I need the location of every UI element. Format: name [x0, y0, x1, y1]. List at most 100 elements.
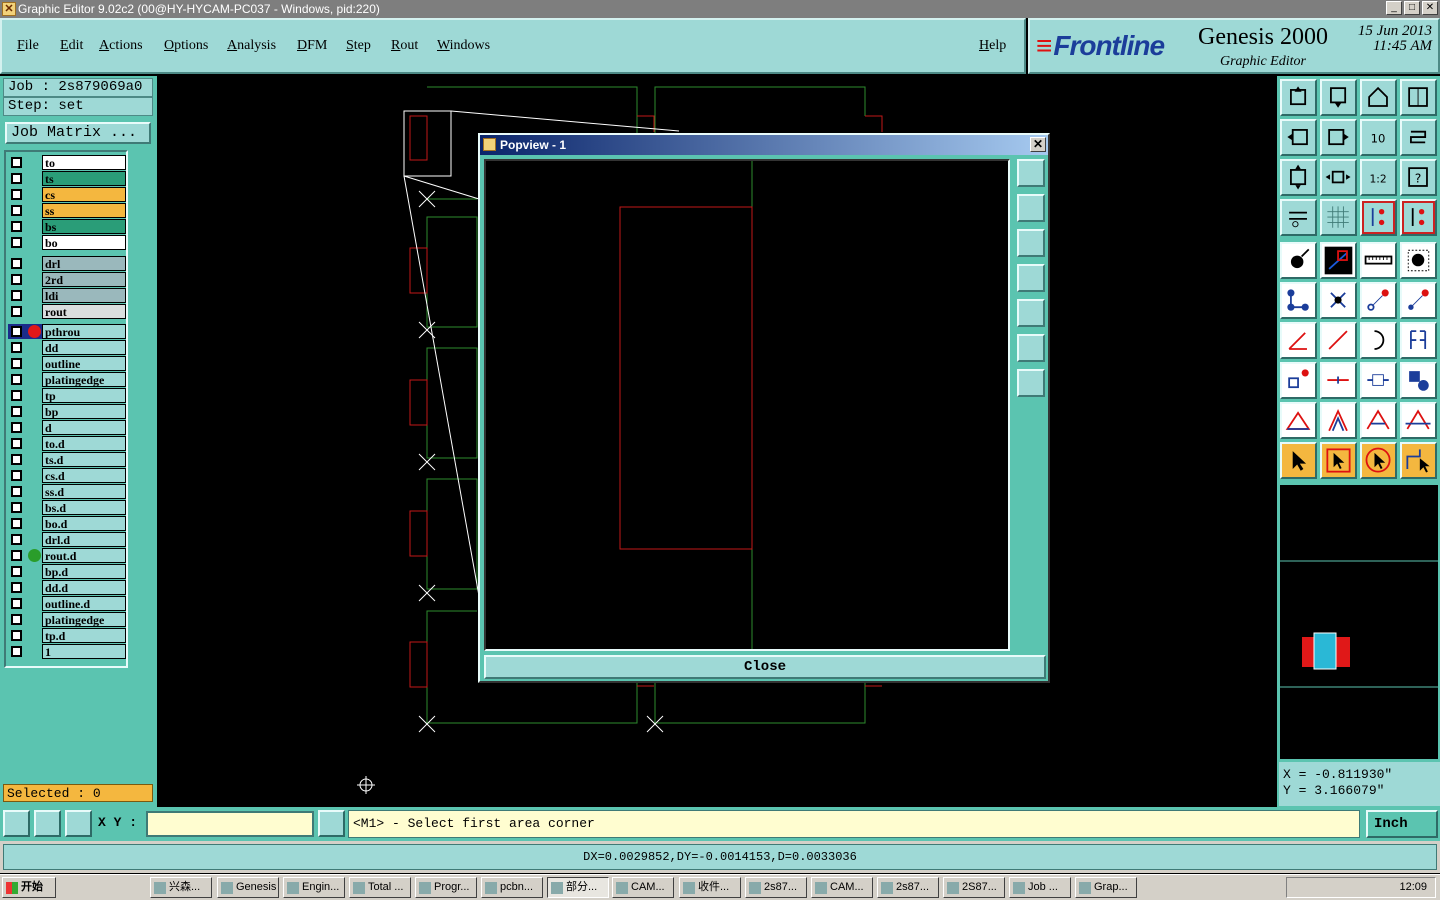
- line-edit-icon[interactable]: [1320, 322, 1357, 359]
- layer-name[interactable]: 2rd: [42, 272, 126, 287]
- popview-pan-left-icon[interactable]: [1017, 264, 1045, 292]
- layer-checkbox[interactable]: [11, 358, 22, 369]
- layer-name[interactable]: drl: [42, 256, 126, 271]
- layer-checkbox[interactable]: [11, 258, 22, 269]
- pad-icon[interactable]: [1400, 242, 1437, 279]
- taskbar-item[interactable]: 2s87...: [745, 877, 807, 898]
- layer-checkbox[interactable]: [11, 374, 22, 385]
- layer-name[interactable]: cs.d: [42, 468, 126, 483]
- popview-pan-up-icon[interactable]: [1017, 194, 1045, 222]
- layer-row[interactable]: pthrou: [8, 324, 126, 339]
- layer-row[interactable]: ss: [8, 203, 126, 218]
- layer-name[interactable]: bo.d: [42, 516, 126, 531]
- layer-checkbox[interactable]: [11, 502, 22, 513]
- layer-checkbox[interactable]: [11, 582, 22, 593]
- layer-checkbox[interactable]: [11, 486, 22, 497]
- xy-input[interactable]: [146, 811, 314, 837]
- settings-icon[interactable]: [1280, 199, 1317, 236]
- layer-checkbox[interactable]: [11, 290, 22, 301]
- taskbar-item[interactable]: 收件...: [679, 877, 741, 898]
- minimize-button[interactable]: _: [1386, 1, 1402, 15]
- measure-angle-icon[interactable]: [1320, 242, 1357, 279]
- menu-windows[interactable]: Windows: [437, 38, 490, 54]
- taskbar-item[interactable]: pcbn...: [481, 877, 543, 898]
- zoom-10-icon[interactable]: 10: [1360, 119, 1397, 156]
- copy-feature-icon[interactable]: [1280, 362, 1317, 399]
- layer-name[interactable]: platingedge: [42, 372, 126, 387]
- layer-row[interactable]: bs: [8, 219, 126, 234]
- popview-zoom-in-icon[interactable]: [1017, 334, 1045, 362]
- pointer-icon[interactable]: [1280, 442, 1317, 479]
- layer-checkbox[interactable]: [11, 406, 22, 417]
- menu-analysis[interactable]: Analysis: [227, 38, 276, 54]
- layer-checkbox[interactable]: [11, 470, 22, 481]
- taskbar-item[interactable]: Grap...: [1075, 877, 1137, 898]
- layer-row[interactable]: drl.d: [8, 532, 126, 547]
- help-query-icon[interactable]: ?: [1400, 159, 1437, 196]
- layer-row[interactable]: bs.d: [8, 500, 126, 515]
- layer-row[interactable]: bp: [8, 404, 126, 419]
- snap-alt-icon[interactable]: [1400, 199, 1437, 236]
- layer-checkbox[interactable]: [11, 274, 22, 285]
- taskbar-item[interactable]: 兴森...: [150, 877, 212, 898]
- home-icon[interactable]: [1360, 79, 1397, 116]
- layer-row[interactable]: to: [8, 155, 126, 170]
- layer-name[interactable]: bp: [42, 404, 126, 419]
- layer-row[interactable]: ss.d: [8, 484, 126, 499]
- layer-checkbox[interactable]: [11, 566, 22, 577]
- layer-row[interactable]: cs.d: [8, 468, 126, 483]
- pointer-route-icon[interactable]: [1400, 442, 1437, 479]
- layer-name[interactable]: dd.d: [42, 580, 126, 595]
- layer-row[interactable]: dd: [8, 340, 126, 355]
- layer-checkbox[interactable]: [11, 598, 22, 609]
- zoom-1to2-icon[interactable]: 1:2: [1360, 159, 1397, 196]
- layer-row[interactable]: rout.d: [8, 548, 126, 563]
- pan-down-icon[interactable]: [1320, 79, 1357, 116]
- layer-row[interactable]: ts: [8, 171, 126, 186]
- layer-row[interactable]: outline: [8, 356, 126, 371]
- arc-edit-icon[interactable]: [1360, 322, 1397, 359]
- layer-name[interactable]: ts: [42, 171, 126, 186]
- layer-name[interactable]: platingedge: [42, 612, 126, 627]
- add-feature-icon[interactable]: [1280, 242, 1317, 279]
- layer-checkbox[interactable]: [11, 630, 22, 641]
- menu-file[interactable]: File: [17, 38, 39, 54]
- taskbar-item[interactable]: Genesis: [217, 877, 279, 898]
- taskbar-item[interactable]: Engin...: [283, 877, 345, 898]
- layer-name[interactable]: bp.d: [42, 564, 126, 579]
- layer-row[interactable]: tp.d: [8, 628, 126, 643]
- mini-map[interactable]: [1279, 484, 1439, 760]
- popview-close-icon[interactable]: ✕: [1030, 137, 1046, 152]
- info-icon[interactable]: [318, 810, 345, 837]
- layer-checkbox[interactable]: [11, 237, 22, 248]
- start-button[interactable]: 开始: [2, 877, 56, 898]
- zoom-out-icon[interactable]: [1320, 159, 1357, 196]
- taskbar-item[interactable]: CAM...: [612, 877, 674, 898]
- layer-name[interactable]: bs.d: [42, 500, 126, 515]
- pointer-circle-icon[interactable]: [1360, 442, 1397, 479]
- layer-name[interactable]: drl.d: [42, 532, 126, 547]
- mirror-icon[interactable]: [1400, 322, 1437, 359]
- layer-name[interactable]: outline: [42, 356, 126, 371]
- layer-row[interactable]: 1: [8, 644, 126, 659]
- move-point-icon[interactable]: [1360, 282, 1397, 319]
- layer-row[interactable]: platingedge: [8, 372, 126, 387]
- layer-row[interactable]: d: [8, 420, 126, 435]
- layer-row[interactable]: ts.d: [8, 452, 126, 467]
- layer-name[interactable]: ss.d: [42, 484, 126, 499]
- layer-checkbox[interactable]: [11, 205, 22, 216]
- menu-options[interactable]: Options: [164, 38, 208, 54]
- layer-name[interactable]: rout.d: [42, 548, 126, 563]
- angle-edit-icon[interactable]: [1280, 322, 1317, 359]
- layer-checkbox[interactable]: [11, 173, 22, 184]
- popview-pan-down-icon[interactable]: [1017, 229, 1045, 257]
- grid-icon[interactable]: [1320, 199, 1357, 236]
- taskbar-item[interactable]: 2s87...: [877, 877, 939, 898]
- layer-name[interactable]: to.d: [42, 436, 126, 451]
- layer-name[interactable]: ts.d: [42, 452, 126, 467]
- snap-icon[interactable]: [1360, 199, 1397, 236]
- layer-name[interactable]: pthrou: [42, 324, 126, 339]
- layer-name[interactable]: tp: [42, 388, 126, 403]
- layer-row[interactable]: cs: [8, 187, 126, 202]
- layer-checkbox[interactable]: [11, 342, 22, 353]
